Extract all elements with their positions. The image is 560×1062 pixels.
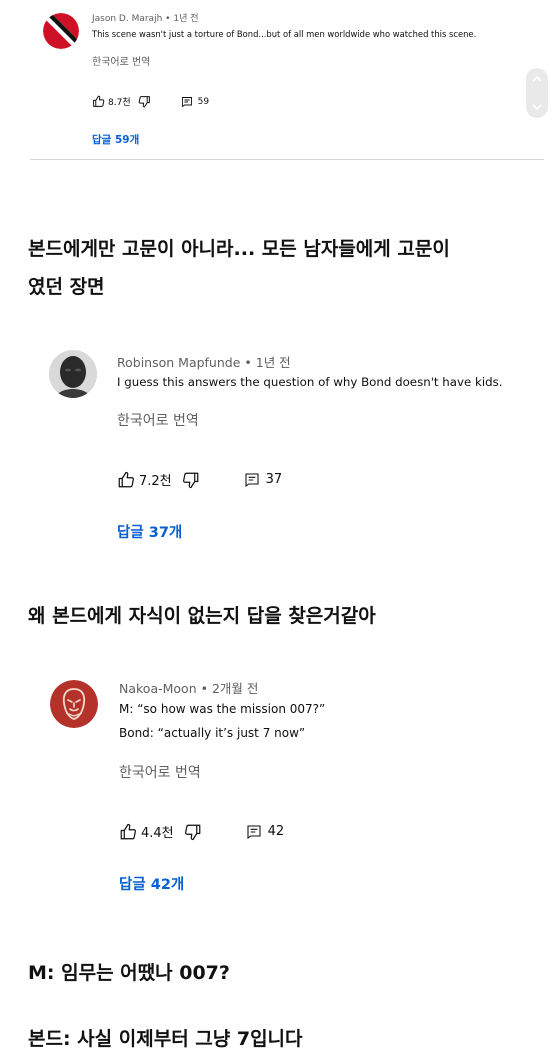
comment-actions: 8.7천 59 [92,95,209,108]
thumbs-down-icon[interactable] [182,471,200,489]
reply-count: 42 [267,824,285,839]
avatar-nakoa-moon[interactable] [50,680,98,728]
reply-count-button[interactable]: 59 [181,96,209,108]
comment-time[interactable]: • 1년 전 [165,14,198,24]
like-count: 7.2천 [139,474,172,489]
like-button[interactable]: 4.4천 [119,822,174,841]
like-count: 4.4천 [141,826,174,841]
thumbs-down-icon[interactable] [184,823,202,841]
reply-count: 37 [265,472,283,487]
comment-text: This scene wasn't just a torture of Bond… [92,29,477,39]
thumbs-up-icon [118,471,134,487]
thumbs-down-icon[interactable] [138,95,151,108]
thumbs-up-icon [93,95,105,107]
replies-link[interactable]: 답글 42개 [119,873,184,894]
comment-text: I guess this answers the question of why… [117,375,503,389]
reply-count-button[interactable]: 42 [246,824,285,840]
comment-text-line-2: Bond: “actually it’s just 7 now” [119,726,306,740]
like-button[interactable]: 8.7천 [92,95,131,108]
reply-count-button[interactable]: 37 [244,472,283,488]
reply-comment-icon [245,472,259,487]
translate-link[interactable]: 한국어로 번역 [92,53,150,68]
comment-author[interactable]: Nakoa-Moon [119,681,197,696]
caption-1-line-1: 본드에게만 고문이 아니라... 모든 남자들에게 고문이 [28,238,450,260]
reply-comment-icon [247,824,261,839]
comment-author[interactable]: Jason D. Marajh [92,14,162,24]
avatar-robinson-mapfunde[interactable] [49,350,97,398]
comment-actions: 4.4천 42 [119,822,284,841]
comment-time[interactable]: • 1년 전 [244,355,290,370]
avatar-jason-marajh[interactable] [43,13,79,49]
reply-count: 59 [197,96,210,107]
like-button[interactable]: 7.2천 [117,470,172,489]
caption-3-line-1: M: 임무는 어땠나 007? [28,962,230,984]
divider [30,159,544,160]
replies-link[interactable]: 답글 59개 [92,132,139,147]
comment-author[interactable]: Robinson Mapfunde [117,355,240,370]
scrollbar-thumb[interactable] [526,68,548,118]
scroll-up-icon[interactable] [532,76,542,82]
translate-link[interactable]: 한국어로 번역 [117,410,199,430]
caption-3-line-2: 본드: 사실 이제부터 그냥 7입니다 [28,1028,303,1050]
caption-2: 왜 본드에게 자식이 없는지 답을 찾은거같아 [28,605,376,627]
replies-link[interactable]: 답글 37개 [117,521,182,542]
translate-link[interactable]: 한국어로 번역 [119,762,201,782]
reply-comment-icon [181,96,192,107]
caption-1-line-2: 였던 장면 [28,276,105,298]
scroll-down-icon[interactable] [532,104,542,110]
like-count: 8.7천 [108,98,131,108]
thumbs-up-icon [120,823,136,839]
comment-time[interactable]: • 2개월 전 [201,681,259,696]
comment-actions: 7.2천 37 [117,470,282,489]
comment-text-line-1: M: “so how was the mission 007?” [119,702,326,716]
